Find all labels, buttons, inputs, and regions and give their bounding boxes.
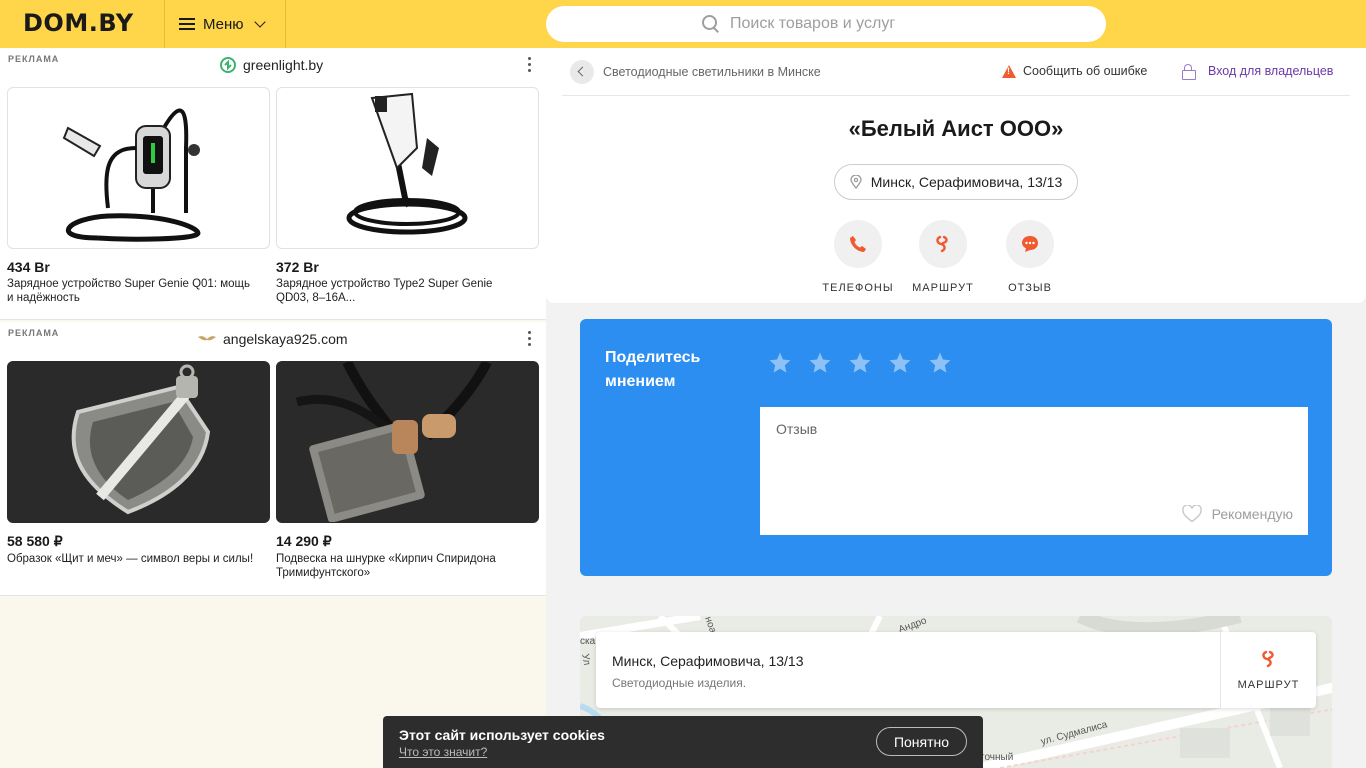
star-icon[interactable] bbox=[768, 351, 792, 375]
ad-block: РЕКЛАМА greenlight.by 434 Br Зарядное ус… bbox=[0, 48, 546, 320]
search-input[interactable] bbox=[730, 15, 930, 33]
angel-wings-logo-icon bbox=[198, 336, 216, 341]
star-icon[interactable] bbox=[808, 351, 832, 375]
ad-price: 14 290 ₽ bbox=[276, 533, 332, 549]
review-box: Рекомендую bbox=[760, 407, 1308, 535]
breadcrumb-link[interactable]: Светодиодные светильники в Минске bbox=[603, 65, 821, 79]
phones-label: ТЕЛЕФОНЫ bbox=[822, 282, 894, 294]
map-route-button[interactable]: МАРШРУТ bbox=[1220, 632, 1316, 708]
map-pin-icon bbox=[850, 175, 862, 189]
phones-button[interactable]: ТЕЛЕФОНЫ bbox=[813, 220, 903, 294]
report-error-label: Сообщить об ошибке bbox=[1023, 64, 1148, 78]
street-label: ска bbox=[580, 636, 596, 647]
warning-icon bbox=[1002, 64, 1016, 78]
owners-login-label: Вход для владельцев bbox=[1208, 64, 1334, 78]
greenlight-logo-icon bbox=[220, 57, 236, 73]
cookie-accept-button[interactable]: Понятно bbox=[876, 727, 967, 756]
ad-block: РЕКЛАМА angelskaya925.com 58 580 ₽ Образ… bbox=[0, 322, 546, 596]
chat-bubble-icon bbox=[1022, 236, 1038, 252]
cookie-title: Этот сайт использует cookies bbox=[399, 727, 605, 743]
ad-price: 372 Br bbox=[276, 259, 319, 275]
heart-icon bbox=[1181, 505, 1202, 523]
brick-pendant-illustration bbox=[295, 362, 492, 522]
breadcrumb[interactable]: Светодиодные светильники в Минске bbox=[570, 60, 821, 84]
more-options-icon[interactable] bbox=[528, 57, 532, 73]
ad-source[interactable]: greenlight.by bbox=[220, 57, 323, 73]
ad-item[interactable]: 372 Br Зарядное устройство Type2 Super G… bbox=[276, 87, 539, 305]
star-icon[interactable] bbox=[928, 351, 952, 375]
back-arrow-icon[interactable] bbox=[570, 60, 594, 84]
ad-source[interactable]: angelskaya925.com bbox=[198, 331, 348, 347]
ad-label: РЕКЛАМА bbox=[8, 54, 60, 64]
map-address-card: Минск, Серафимовича, 13/13 Светодиодные … bbox=[596, 632, 1316, 708]
address-pill[interactable]: Минск, Серафимовича, 13/13 bbox=[834, 164, 1078, 200]
map-route-label: МАРШРУТ bbox=[1237, 679, 1300, 691]
ad-description[interactable]: Зарядное устройство Type2 Super Genie QD… bbox=[276, 277, 526, 305]
star-icon[interactable] bbox=[888, 351, 912, 375]
menu-button[interactable]: Меню bbox=[164, 0, 286, 48]
route-button[interactable]: МАРШРУТ bbox=[898, 220, 988, 294]
ad-price: 58 580 ₽ bbox=[7, 533, 63, 549]
shield-sword-pendant-illustration bbox=[71, 364, 211, 515]
recommend-toggle[interactable]: Рекомендую bbox=[1181, 505, 1293, 523]
recommend-label: Рекомендую bbox=[1211, 506, 1293, 522]
review-button[interactable]: ОТЗЫВ bbox=[985, 220, 1075, 294]
cookie-banner: Этот сайт использует cookies Что это зна… bbox=[383, 716, 983, 768]
review-label: ОТЗЫВ bbox=[1008, 282, 1052, 294]
ad-description[interactable]: Зарядное устройство Super Genie Q01: мощ… bbox=[7, 277, 257, 305]
owners-login-link[interactable]: Вход для владельцев bbox=[1182, 64, 1334, 80]
search-icon bbox=[702, 15, 720, 33]
search-bar[interactable] bbox=[546, 6, 1106, 42]
ad-description[interactable]: Образок «Щит и меч» — символ веры и силы… bbox=[7, 552, 257, 566]
brick-pendant-image[interactable] bbox=[276, 361, 539, 523]
ad-label: РЕКЛАМА bbox=[8, 328, 60, 338]
map-address: Минск, Серафимовича, 13/13 bbox=[612, 653, 804, 669]
ev-charger-illustration bbox=[62, 108, 201, 242]
company-address: Минск, Серафимовича, 13/13 bbox=[870, 174, 1063, 190]
ad-description[interactable]: Подвеска на шнурке «Кирпич Спиридона Три… bbox=[276, 552, 526, 580]
map-category: Светодиодные изделия. bbox=[612, 676, 747, 690]
more-options-icon[interactable] bbox=[528, 331, 532, 347]
divider bbox=[562, 95, 1350, 96]
star-icon[interactable] bbox=[848, 351, 872, 375]
street-label: точный bbox=[980, 752, 1014, 763]
rating-stars bbox=[768, 351, 968, 375]
route-label: МАРШРУТ bbox=[912, 282, 974, 294]
review-form: Поделитесь мнением Рекомендую bbox=[580, 319, 1332, 576]
ad-source-name: angelskaya925.com bbox=[223, 331, 348, 347]
ads-column: РЕКЛАМА greenlight.by 434 Br Зарядное ус… bbox=[0, 48, 546, 768]
lock-icon bbox=[1182, 64, 1196, 80]
ad-price: 434 Br bbox=[7, 259, 50, 275]
route-icon bbox=[1261, 650, 1274, 668]
phone-icon bbox=[850, 236, 866, 252]
site-logo[interactable]: DOM.BY bbox=[23, 9, 134, 37]
ad-item[interactable]: 14 290 ₽ Подвеска на шнурке «Кирпич Спир… bbox=[276, 361, 539, 580]
shield-pendant-image[interactable] bbox=[7, 361, 270, 523]
site-header: DOM.BY Меню bbox=[0, 0, 1366, 48]
route-icon bbox=[936, 235, 948, 253]
menu-label: Меню bbox=[203, 15, 244, 33]
hamburger-icon bbox=[179, 18, 195, 30]
ad-source-name: greenlight.by bbox=[243, 57, 324, 73]
ev-charger-image[interactable] bbox=[276, 87, 539, 249]
cookie-info-link[interactable]: Что это значит? bbox=[399, 745, 487, 759]
ev-charger-image[interactable] bbox=[7, 87, 270, 249]
company-title: «Белый Аист ООО» bbox=[848, 116, 1064, 141]
ev-charger-cable-illustration bbox=[346, 92, 468, 235]
chevron-down-icon bbox=[253, 16, 266, 28]
report-error-link[interactable]: Сообщить об ошибке bbox=[1002, 64, 1147, 78]
ad-item[interactable]: 58 580 ₽ Образок «Щит и меч» — символ ве… bbox=[7, 361, 270, 566]
ad-item[interactable]: 434 Br Зарядное устройство Super Genie Q… bbox=[7, 87, 270, 305]
company-card: Светодиодные светильники в Минске Сообщи… bbox=[546, 48, 1366, 303]
review-title: Поделитесь мнением bbox=[605, 349, 701, 390]
street-label: Ул bbox=[580, 652, 593, 667]
